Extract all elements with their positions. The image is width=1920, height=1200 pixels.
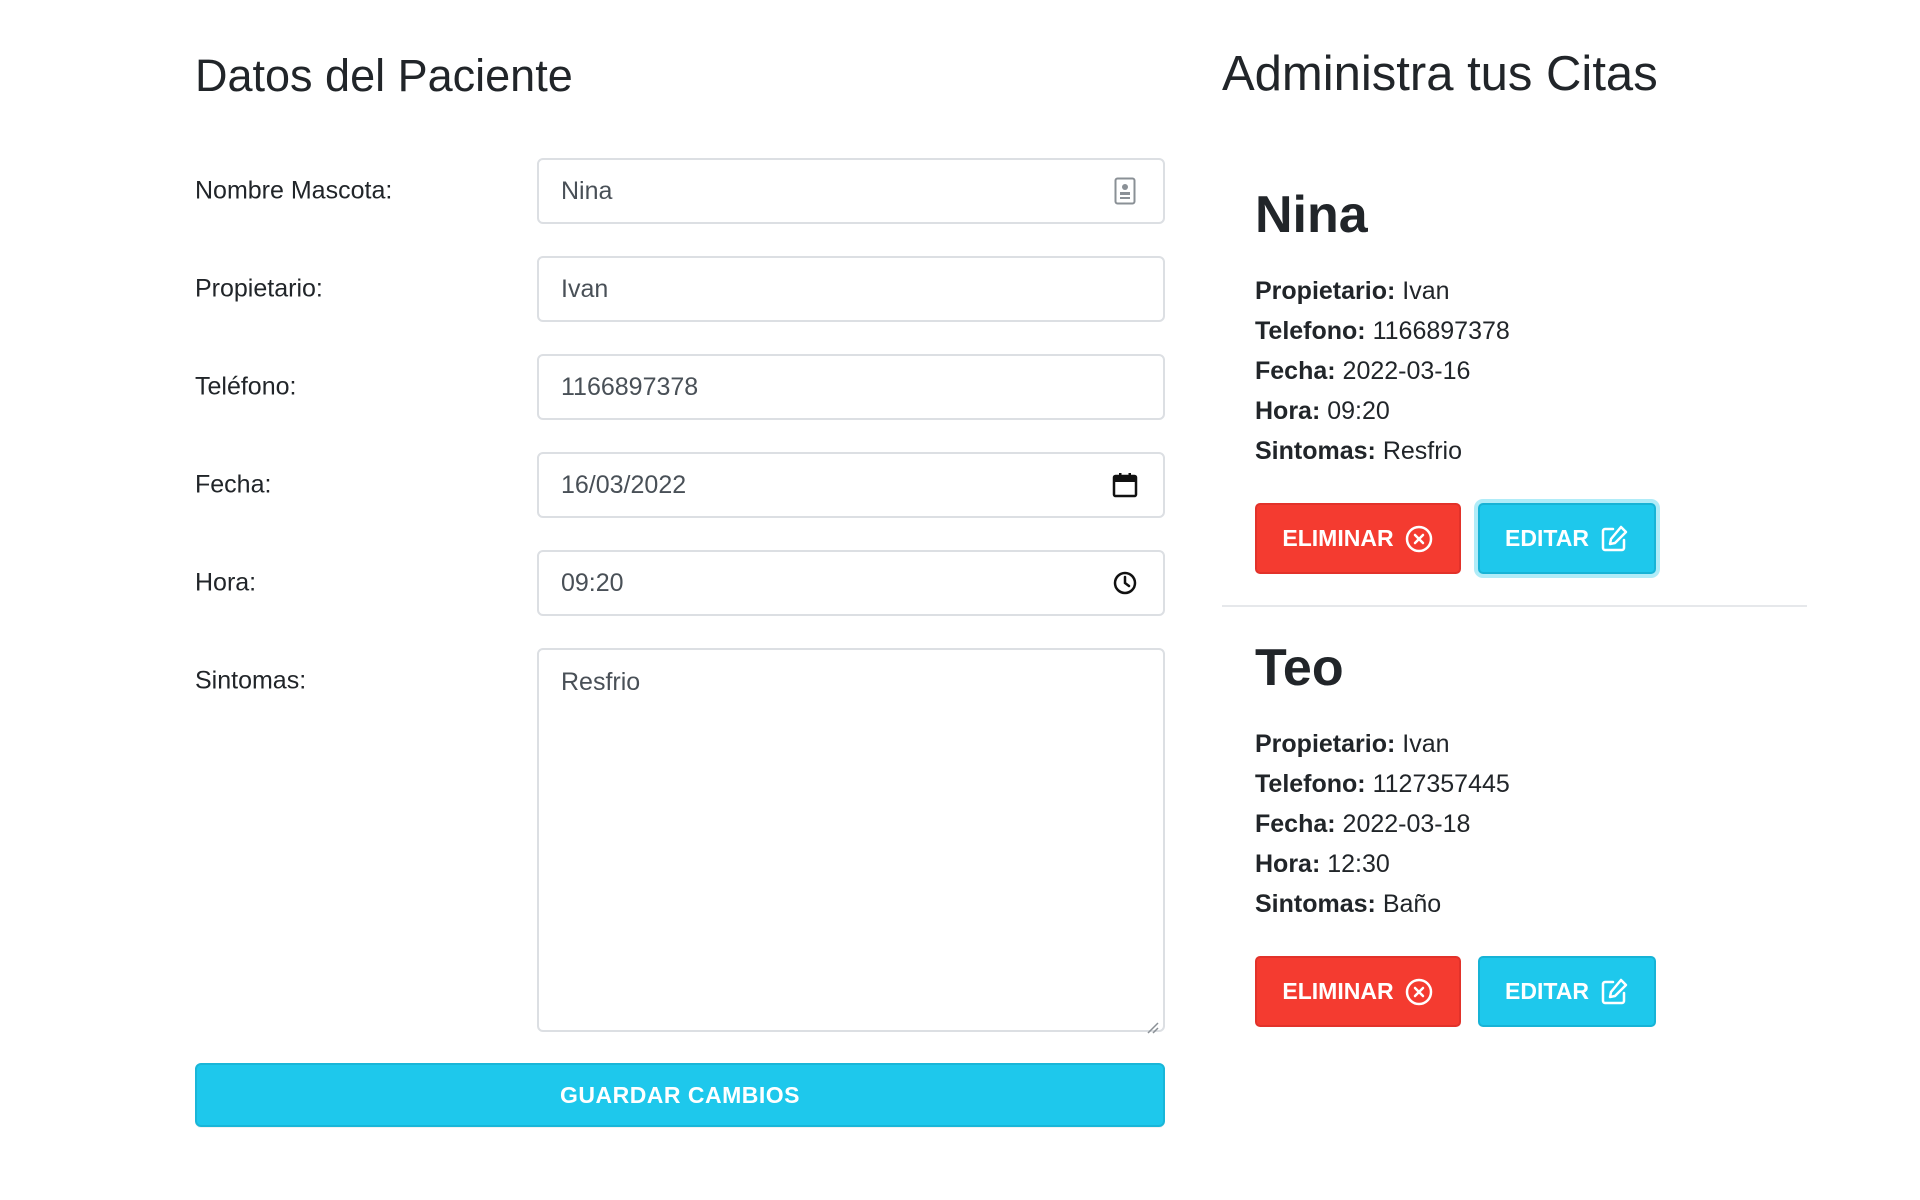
phone-val: 1127357445: [1372, 770, 1510, 798]
clock-icon[interactable]: [1109, 567, 1141, 599]
appointment-divider: [1222, 605, 1807, 607]
edit-label: EDITAR: [1505, 978, 1589, 1004]
form-title: Datos del Paciente: [195, 50, 573, 101]
date-label: Fecha:: [195, 470, 272, 499]
delete-button[interactable]: ELIMINAR: [1255, 503, 1461, 574]
symptoms-val: Baño: [1382, 890, 1442, 918]
symptoms-val: Resfrio: [1382, 437, 1462, 465]
delete-label: ELIMINAR: [1282, 525, 1394, 551]
appointment-symptoms: Sintomas: Baño: [1255, 890, 1441, 919]
delete-button[interactable]: ELIMINAR: [1255, 956, 1461, 1027]
appointment-time: Hora: 09:20: [1255, 397, 1390, 426]
time-value: 09:20: [561, 568, 624, 597]
owner-val: Ivan: [1402, 730, 1450, 758]
appointment-owner: Propietario: Ivan: [1255, 730, 1450, 759]
pet-name-input[interactable]: Nina: [537, 158, 1165, 224]
symptoms-textarea[interactable]: Resfrio: [537, 648, 1165, 1034]
appointment-phone: Telefono: 1127357445: [1255, 770, 1510, 799]
appointment-pet-name: Nina: [1255, 186, 1368, 244]
date-value: 16/03/2022: [561, 470, 687, 499]
form-row-owner: Propietario: Ivan: [195, 256, 1165, 322]
appointment-owner: Propietario: Ivan: [1255, 277, 1450, 306]
owner-val: Ivan: [1402, 277, 1450, 305]
owner-label: Propietario:: [195, 274, 323, 303]
form-row-symptoms: Sintomas: Resfrio: [195, 648, 1165, 1034]
time-val: 09:20: [1327, 397, 1390, 425]
save-changes-button[interactable]: GUARDAR CAMBIOS: [195, 1063, 1165, 1127]
resize-grip-icon[interactable]: [1145, 1012, 1159, 1034]
symptoms-value: Resfrio: [561, 668, 641, 696]
owner-input[interactable]: Ivan: [537, 256, 1165, 322]
phone-key: Telefono:: [1255, 317, 1366, 345]
symptoms-key: Sintomas:: [1255, 437, 1376, 465]
time-key: Hora:: [1255, 850, 1321, 878]
contact-card-icon[interactable]: [1109, 175, 1141, 207]
pencil-square-icon: [1599, 977, 1629, 1007]
owner-key: Propietario:: [1255, 277, 1396, 305]
date-input[interactable]: 16/03/2022: [537, 452, 1165, 518]
owner-value: Ivan: [561, 274, 609, 303]
list-title: Administra tus Citas: [1222, 47, 1658, 101]
pencil-square-icon: [1599, 524, 1629, 554]
appointment-phone: Telefono: 1166897378: [1255, 317, 1510, 346]
appointment-time: Hora: 12:30: [1255, 850, 1390, 879]
time-key: Hora:: [1255, 397, 1321, 425]
pet-name-label: Nombre Mascota:: [195, 176, 393, 205]
phone-input[interactable]: 1166897378: [537, 354, 1165, 420]
time-input[interactable]: 09:20: [537, 550, 1165, 616]
phone-val: 1166897378: [1372, 317, 1510, 345]
phone-label: Teléfono:: [195, 372, 297, 401]
date-val: 2022-03-18: [1342, 810, 1471, 838]
owner-key: Propietario:: [1255, 730, 1396, 758]
circle-x-icon: [1404, 977, 1434, 1007]
date-key: Fecha:: [1255, 810, 1336, 838]
symptoms-label: Sintomas:: [195, 666, 307, 695]
form-row-date: Fecha: 16/03/2022: [195, 452, 1165, 518]
delete-label: ELIMINAR: [1282, 978, 1394, 1004]
phone-value: 1166897378: [561, 372, 699, 401]
circle-x-icon: [1404, 524, 1434, 554]
phone-key: Telefono:: [1255, 770, 1366, 798]
calendar-icon[interactable]: [1109, 469, 1141, 501]
form-row-time: Hora: 09:20: [195, 550, 1165, 616]
form-row-pet-name: Nombre Mascota: Nina: [195, 158, 1165, 224]
appointment-symptoms: Sintomas: Resfrio: [1255, 437, 1462, 466]
symptoms-key: Sintomas:: [1255, 890, 1376, 918]
appointment-date: Fecha: 2022-03-16: [1255, 357, 1470, 386]
page: Datos del Paciente Nombre Mascota: Nina …: [0, 0, 1920, 1200]
time-val: 12:30: [1327, 850, 1390, 878]
edit-label: EDITAR: [1505, 525, 1589, 551]
time-label: Hora:: [195, 568, 257, 597]
appointment-pet-name: Teo: [1255, 639, 1344, 697]
edit-button[interactable]: EDITAR: [1478, 956, 1656, 1027]
date-val: 2022-03-16: [1342, 357, 1471, 385]
date-key: Fecha:: [1255, 357, 1336, 385]
pet-name-value: Nina: [561, 176, 613, 205]
form-row-phone: Teléfono: 1166897378: [195, 354, 1165, 420]
edit-button[interactable]: EDITAR: [1478, 503, 1656, 574]
appointment-date: Fecha: 2022-03-18: [1255, 810, 1470, 839]
